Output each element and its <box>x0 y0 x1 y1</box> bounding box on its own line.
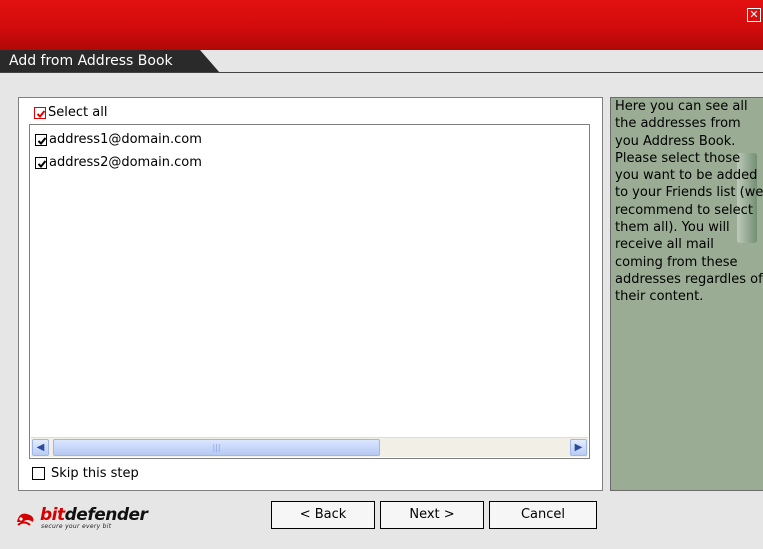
checkbox-unchecked-icon <box>32 467 45 480</box>
dialog-title: Add from Address Book <box>0 50 220 73</box>
scroll-left-button[interactable]: ◀ <box>32 439 49 456</box>
checkbox-checked-icon <box>35 133 47 146</box>
help-text: Here you can see all the addresses from … <box>615 99 763 305</box>
logo-text-defender: defender <box>64 505 148 525</box>
select-all-check-icon <box>34 106 46 119</box>
select-all-label: Select all <box>48 105 108 120</box>
chevron-right-icon: ▶ <box>574 442 583 453</box>
address-list[interactable]: address1@domain.com address2@domain.com … <box>29 124 590 459</box>
back-button[interactable]: < Back <box>271 501 375 529</box>
close-icon: ✕ <box>749 8 759 21</box>
grip-icon: ||| <box>212 443 221 452</box>
address-email: address1@domain.com <box>49 132 202 147</box>
chevron-left-icon: ◀ <box>36 442 45 453</box>
cancel-button[interactable]: Cancel <box>489 501 597 529</box>
logo-text-bit: bit <box>40 505 65 525</box>
title-bar: ✕ <box>0 0 763 50</box>
select-all-checkbox[interactable]: Select all <box>34 105 107 120</box>
address-email: address2@domain.com <box>49 155 202 170</box>
logo-icon <box>17 513 34 526</box>
checkbox-checked-icon <box>35 156 47 169</box>
list-item[interactable]: address1@domain.com <box>35 132 202 147</box>
list-item[interactable]: address2@domain.com <box>35 155 202 170</box>
help-panel: Here you can see all the addresses from … <box>610 97 763 491</box>
skip-step-label: Skip this step <box>51 466 139 481</box>
scroll-right-button[interactable]: ▶ <box>570 439 587 456</box>
main-panel: Select all address1@domain.com address2@… <box>18 97 603 491</box>
bitdefender-logo: bitdefender secure your every bit <box>15 505 148 530</box>
scrollbar-thumb[interactable]: ||| <box>53 439 380 456</box>
skip-step-checkbox[interactable]: Skip this step <box>32 466 139 481</box>
close-button[interactable]: ✕ <box>747 8 761 22</box>
next-button[interactable]: Next > <box>380 501 484 529</box>
horizontal-scrollbar[interactable]: ◀ ||| ▶ <box>31 437 588 457</box>
header-divider <box>0 72 763 73</box>
